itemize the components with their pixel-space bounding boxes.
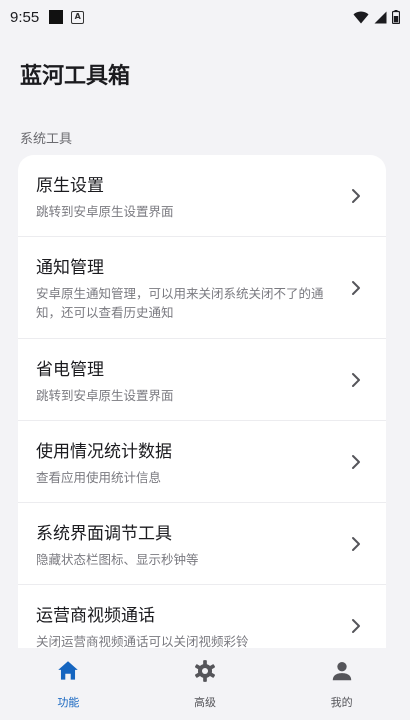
- person-icon: [332, 662, 351, 681]
- chevron-right-icon: [352, 536, 360, 551]
- battery-icon: [392, 10, 400, 24]
- bottom-navigation: 功能 高级 我的: [0, 648, 410, 720]
- status-icons: [353, 10, 400, 24]
- chevron-right-icon: [352, 188, 360, 203]
- item-title: 原生设置: [36, 175, 104, 196]
- nav-tab-features[interactable]: 功能: [0, 648, 137, 720]
- item-description: 隐藏状态栏图标、显示秒钟等: [36, 551, 199, 567]
- notification-square-icon: [49, 10, 64, 24]
- list-item-power-management[interactable]: 省电管理 跳转到安卓原生设置界面: [18, 339, 386, 421]
- item-title: 运营商视频通话: [36, 605, 155, 626]
- item-description: 跳转到安卓原生设置界面: [36, 387, 174, 403]
- item-description: 跳转到安卓原生设置界面: [36, 203, 174, 219]
- list-item-native-settings[interactable]: 原生设置 跳转到安卓原生设置界面: [18, 155, 386, 237]
- item-title: 通知管理: [36, 258, 104, 278]
- home-icon: [58, 661, 79, 680]
- nav-label: 功能: [57, 696, 80, 709]
- section-label: 系统工具: [20, 132, 73, 147]
- item-title: 省电管理: [36, 359, 104, 380]
- chevron-right-icon: [352, 618, 360, 633]
- tools-card: 原生设置 跳转到安卓原生设置界面 通知管理 安卓原生通知管理，可以用来关闭系统关…: [18, 155, 386, 665]
- chevron-right-icon: [352, 454, 360, 469]
- chevron-right-icon: [352, 280, 360, 295]
- item-title: 系统界面调节工具: [36, 523, 172, 544]
- page-title: 蓝河工具箱: [20, 64, 131, 89]
- chevron-right-icon: [352, 372, 360, 387]
- item-description: 安卓原生通知管理，可以用来关闭系统关闭不了的通知，还可以查看历史通知: [36, 286, 324, 320]
- list-item-notification-management[interactable]: 通知管理 安卓原生通知管理，可以用来关闭系统关闭不了的通知，还可以查看历史通知: [18, 237, 386, 339]
- gear-icon: [195, 660, 215, 682]
- item-description: 查看应用使用统计信息: [36, 469, 162, 485]
- signal-icon: [374, 11, 387, 23]
- wifi-icon: [353, 11, 369, 23]
- list-item-usage-stats[interactable]: 使用情况统计数据 查看应用使用统计信息: [18, 421, 386, 503]
- nav-label: 我的: [330, 696, 353, 709]
- status-time: 9:55: [10, 8, 40, 26]
- nav-tab-advanced[interactable]: 高级: [137, 648, 274, 720]
- status-bar: 9:55 A: [0, 0, 410, 34]
- nav-label: 高级: [194, 696, 216, 709]
- notification-app-icon: A: [71, 10, 85, 24]
- nav-tab-mine[interactable]: 我的: [273, 648, 410, 720]
- item-title: 使用情况统计数据: [36, 441, 172, 462]
- list-item-system-ui-tuner[interactable]: 系统界面调节工具 隐藏状态栏图标、显示秒钟等: [18, 503, 386, 585]
